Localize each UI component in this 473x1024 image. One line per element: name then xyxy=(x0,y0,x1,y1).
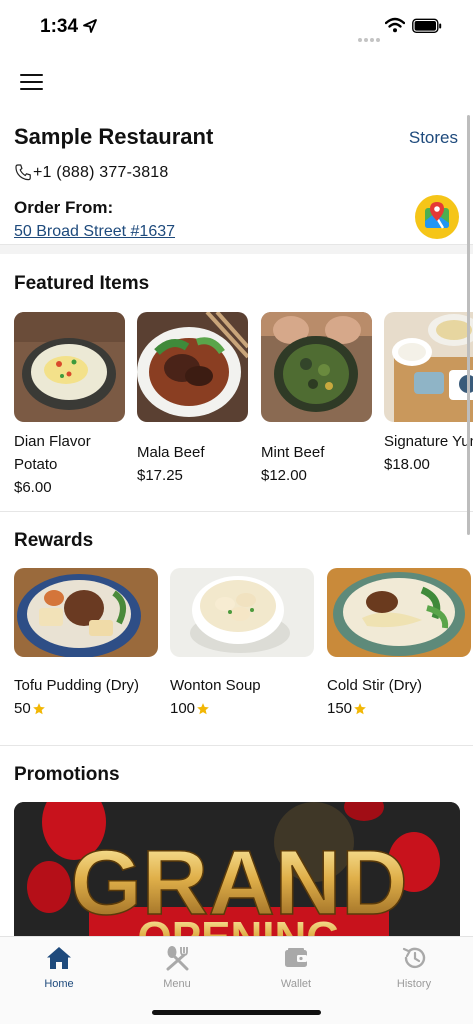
tab-wallet[interactable]: Wallet xyxy=(237,937,355,997)
featured-item[interactable]: Mint Beef $12.00 xyxy=(261,312,372,487)
stores-link[interactable]: Stores xyxy=(409,128,458,148)
wifi-icon xyxy=(385,17,405,33)
rewards-title: Rewards xyxy=(14,530,94,551)
mint-beef-image xyxy=(261,312,372,422)
tab-label: Menu xyxy=(163,978,191,990)
featured-item-price: $6.00 xyxy=(14,479,52,496)
hamburger-menu-button[interactable] xyxy=(20,70,48,94)
home-indicator xyxy=(152,1010,321,1015)
section-divider xyxy=(0,511,473,512)
reward-item-points: 150 xyxy=(327,700,471,717)
section-divider xyxy=(0,244,473,254)
reward-points-value: 100 xyxy=(170,700,196,717)
restaurant-name: Sample Restaurant xyxy=(14,124,214,149)
address-link[interactable]: 50 Broad Street #1637 xyxy=(14,223,175,241)
map-button[interactable] xyxy=(415,195,459,239)
tofu-pudding-image xyxy=(14,568,158,657)
tab-home[interactable]: Home xyxy=(0,937,118,997)
status-time: 1:34 xyxy=(40,16,79,37)
featured-item-price: $18.00 xyxy=(384,456,430,473)
featured-item-price: $12.00 xyxy=(261,467,307,484)
reward-item-name: Wonton Soup xyxy=(170,677,261,694)
signal-icon xyxy=(358,29,382,47)
map-pin-icon xyxy=(425,202,449,229)
tab-label: Home xyxy=(44,978,74,990)
battery-icon xyxy=(412,18,442,33)
featured-item[interactable]: Dian Flavor Potato $6.00 xyxy=(14,312,125,499)
home-icon xyxy=(47,947,71,969)
grand-opening-banner[interactable]: GRAND OPENING xyxy=(14,802,460,942)
featured-item[interactable]: Mala Beef $17.25 xyxy=(137,312,248,487)
location-arrow-icon xyxy=(83,19,97,33)
tab-history[interactable]: History xyxy=(355,937,473,997)
star-icon xyxy=(197,702,209,714)
order-from-label: Order From: xyxy=(14,198,114,217)
reward-item[interactable]: Tofu Pudding (Dry) 50 xyxy=(14,568,158,717)
reward-points-value: 150 xyxy=(327,700,353,717)
phone-number[interactable]: +1 (888) 377-3818 xyxy=(33,164,169,182)
featured-item-name: Mint Beef xyxy=(261,444,325,461)
phone-row[interactable]: +1 (888) 377-3818 xyxy=(14,163,169,182)
reward-item-points: 100 xyxy=(170,700,314,717)
reward-item-name: Tofu Pudding (Dry) xyxy=(14,677,140,694)
tab-label: Wallet xyxy=(280,978,312,990)
reward-item-name: Cold Stir (Dry) xyxy=(327,677,423,694)
wonton-soup-image xyxy=(170,568,314,657)
featured-items-title: Featured Items xyxy=(14,273,150,294)
mala-beef-image xyxy=(137,312,248,422)
status-bar: 1:34 xyxy=(0,0,473,54)
featured-item[interactable]: Signature Yunnan Cros $18.00 xyxy=(384,312,473,476)
star-icon xyxy=(354,702,366,714)
history-icon xyxy=(402,947,426,969)
star-icon xyxy=(32,702,45,714)
signature-yunnan-image xyxy=(384,312,473,422)
featured-item-name: Dian Flavor Potato xyxy=(14,433,91,473)
section-divider xyxy=(0,745,473,746)
reward-item[interactable]: Cold Stir (Dry) 150 xyxy=(327,568,471,717)
featured-item-name: Signature Yunnan Cros xyxy=(384,433,473,450)
tab-menu[interactable]: Menu xyxy=(118,937,236,997)
reward-item[interactable]: Wonton Soup 100 xyxy=(170,568,314,717)
dian-flavor-potato-image xyxy=(14,312,125,422)
phone-icon xyxy=(15,164,31,181)
reward-points-value: 50 xyxy=(14,700,31,717)
featured-item-price: $17.25 xyxy=(137,467,183,484)
reward-item-points: 50 xyxy=(14,700,158,717)
featured-item-name: Mala Beef xyxy=(137,444,205,461)
wallet-icon xyxy=(285,948,307,967)
utensils-icon xyxy=(166,946,189,971)
scrollbar[interactable] xyxy=(467,115,470,535)
cold-stir-image xyxy=(327,568,471,657)
promotions-title: Promotions xyxy=(14,764,120,785)
tab-label: History xyxy=(396,978,432,990)
